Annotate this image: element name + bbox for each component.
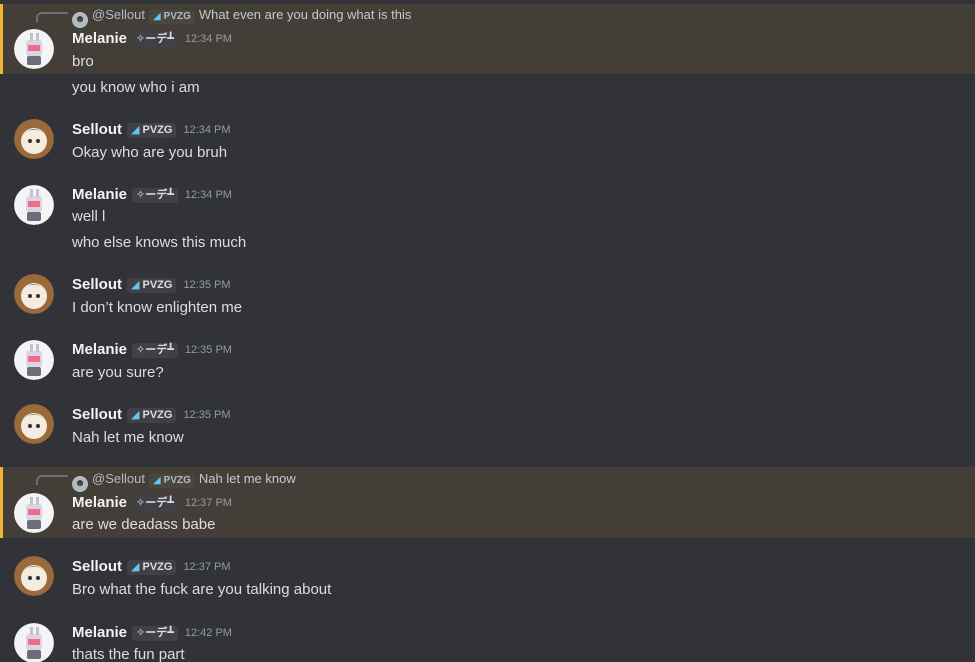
author-tag[interactable]: ✧ーデ┻ bbox=[132, 496, 178, 511]
message-header: Sellout ◢ PVZG 12:35 PM bbox=[72, 276, 231, 294]
avatar[interactable] bbox=[14, 493, 54, 533]
message-group[interactable]: Sellout ◢ PVZG 12:35 PM I don’t know enligh… bbox=[0, 274, 975, 324]
message-text: Bro what the fuck are you talking about bbox=[72, 581, 332, 598]
author-name[interactable]: Melanie bbox=[72, 624, 127, 641]
message-text: bro bbox=[72, 53, 94, 70]
message-header: Sellout ◢ PVZG 12:35 PM bbox=[72, 406, 231, 424]
message-group[interactable]: Sellout ◢ PVZG 12:35 PM Nah let me know bbox=[0, 404, 975, 454]
message-text: thats the fun part bbox=[72, 646, 185, 662]
timestamp: 12:34 PM bbox=[184, 189, 232, 201]
avatar[interactable] bbox=[14, 404, 54, 444]
reply-connector bbox=[36, 12, 68, 22]
reply-preview[interactable]: ☻ @Sellout ◢ PVZG Nah let me know bbox=[72, 471, 296, 492]
avatar[interactable] bbox=[14, 119, 54, 159]
avatar[interactable] bbox=[14, 29, 54, 69]
reply-author-tag: ◢ PVZG bbox=[148, 474, 195, 488]
author-name[interactable]: Melanie bbox=[72, 186, 127, 203]
message-group[interactable]: ☻ @Sellout ◢ PVZG Nah let me know Melanie ✧ーデ… bbox=[0, 467, 975, 538]
author-name[interactable]: Melanie bbox=[72, 494, 127, 511]
timestamp: 12:35 PM bbox=[183, 409, 231, 421]
author-tag[interactable]: ◢ PVZG bbox=[127, 278, 177, 293]
timestamp: 12:35 PM bbox=[184, 344, 232, 356]
reply-author[interactable]: @Sellout bbox=[92, 471, 145, 486]
leaf-icon: ◢ bbox=[152, 11, 161, 22]
message-header: Melanie ✧ーデ┻ 12:37 PM bbox=[72, 494, 232, 512]
message-text: Nah let me know bbox=[72, 429, 184, 446]
reply-avatar-icon: ☻ bbox=[72, 476, 88, 492]
leaf-icon: ◢ bbox=[131, 561, 140, 573]
timestamp: 12:35 PM bbox=[183, 279, 231, 291]
author-name[interactable]: Sellout bbox=[72, 121, 122, 138]
leaf-icon: ◢ bbox=[152, 475, 161, 486]
reply-text: Nah let me know bbox=[198, 471, 296, 486]
avatar[interactable] bbox=[14, 556, 54, 596]
message-text: Okay who are you bruh bbox=[72, 144, 228, 161]
author-tag[interactable]: ◢ PVZG bbox=[127, 123, 177, 138]
leaf-icon: ◢ bbox=[131, 279, 140, 291]
message-group[interactable]: Melanie ✧ーデ┻ 12:35 PM are you sure? bbox=[0, 339, 975, 389]
author-tag[interactable]: ✧ーデ┻ bbox=[132, 343, 178, 358]
message-header: Melanie ✧ーデ┻ 12:34 PM bbox=[72, 186, 232, 204]
message-text: who else knows this much bbox=[72, 234, 247, 251]
author-tag[interactable]: ✧ーデ┻ bbox=[132, 626, 178, 641]
timestamp: 12:34 PM bbox=[183, 124, 231, 136]
avatar[interactable] bbox=[14, 274, 54, 314]
message-text: I don’t know enlighten me bbox=[72, 299, 243, 316]
message-group[interactable]: ☻ @Sellout ◢ PVZG What even are you doing wh… bbox=[0, 4, 975, 74]
reply-connector bbox=[36, 475, 68, 485]
message-header: Melanie ✧ーデ┻ 12:34 PM bbox=[72, 30, 232, 48]
timestamp: 12:37 PM bbox=[183, 561, 231, 573]
author-name[interactable]: Sellout bbox=[72, 406, 122, 423]
timestamp: 12:37 PM bbox=[184, 497, 232, 509]
author-name[interactable]: Melanie bbox=[72, 30, 127, 47]
author-tag[interactable]: ◢ PVZG bbox=[127, 408, 177, 423]
message-text: are we deadass babe bbox=[72, 516, 216, 533]
message-group[interactable]: Melanie ✧ーデ┻ 12:34 PM well l who else know… bbox=[0, 184, 975, 254]
author-tag[interactable]: ✧ーデ┻ bbox=[132, 188, 178, 203]
author-tag[interactable]: ◢ PVZG bbox=[127, 560, 177, 575]
message-text: you know who i am bbox=[72, 79, 200, 96]
message-group[interactable]: Melanie ✧ーデ┻ 12:42 PM thats the fun part bbox=[0, 622, 975, 662]
reply-author-tag: ◢ PVZG bbox=[148, 10, 195, 24]
message-text: are you sure? bbox=[72, 364, 164, 381]
author-name[interactable]: Melanie bbox=[72, 341, 127, 358]
chat-messages: ☻ @Sellout ◢ PVZG What even are you doing wh… bbox=[0, 0, 975, 662]
timestamp: 12:42 PM bbox=[184, 627, 232, 639]
author-tag[interactable]: ✧ーデ┻ bbox=[132, 32, 178, 47]
message-header: Sellout ◢ PVZG 12:37 PM bbox=[72, 558, 231, 576]
message-header: Melanie ✧ーデ┻ 12:42 PM bbox=[72, 624, 232, 642]
message-header: Melanie ✧ーデ┻ 12:35 PM bbox=[72, 341, 232, 359]
avatar[interactable] bbox=[14, 340, 54, 380]
message-group[interactable]: Sellout ◢ PVZG 12:37 PM Bro what the fuck a… bbox=[0, 556, 975, 606]
reply-avatar-icon: ☻ bbox=[72, 12, 88, 28]
avatar[interactable] bbox=[14, 623, 54, 662]
author-name[interactable]: Sellout bbox=[72, 558, 122, 575]
timestamp: 12:34 PM bbox=[184, 33, 232, 45]
message-group[interactable]: Sellout ◢ PVZG 12:34 PM Okay who are you br… bbox=[0, 119, 975, 169]
avatar[interactable] bbox=[14, 185, 54, 225]
reply-author[interactable]: @Sellout bbox=[92, 7, 145, 22]
reply-text: What even are you doing what is this bbox=[198, 7, 412, 22]
author-name[interactable]: Sellout bbox=[72, 276, 122, 293]
leaf-icon: ◢ bbox=[131, 124, 140, 136]
leaf-icon: ◢ bbox=[131, 409, 140, 421]
message-header: Sellout ◢ PVZG 12:34 PM bbox=[72, 121, 231, 139]
message-text: well l bbox=[72, 208, 106, 225]
reply-preview[interactable]: ☻ @Sellout ◢ PVZG What even are you doing wh… bbox=[72, 7, 411, 28]
